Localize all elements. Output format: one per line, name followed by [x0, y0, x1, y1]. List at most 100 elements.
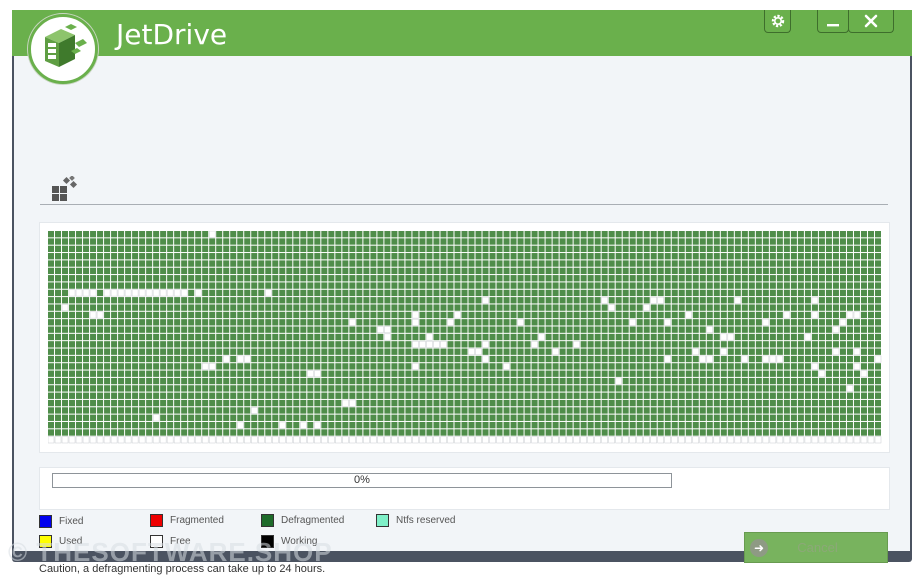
- cluster-defragmented: [762, 267, 769, 275]
- cluster-defragmented: [685, 267, 692, 275]
- cluster-defragmented: [860, 326, 867, 333]
- cluster-defragmented: [174, 267, 181, 275]
- settings-button[interactable]: [764, 10, 791, 33]
- cluster-defragmented: [363, 414, 370, 421]
- cluster-defragmented: [454, 399, 461, 407]
- cluster-defragmented: [195, 385, 202, 392]
- cluster-defragmented: [125, 297, 132, 304]
- cluster-defragmented: [580, 304, 587, 311]
- cluster-defragmented: [496, 348, 503, 355]
- cluster-defragmented: [48, 311, 55, 319]
- cluster-defragmented: [573, 385, 580, 392]
- cluster-defragmented: [461, 319, 468, 326]
- cluster-defragmented: [601, 289, 608, 297]
- cluster-free: [699, 355, 707, 363]
- cluster-defragmented: [146, 275, 153, 282]
- cluster-defragmented: [370, 260, 377, 267]
- cluster-defragmented: [685, 260, 692, 267]
- cluster-defragmented: [685, 348, 692, 355]
- cluster-defragmented: [692, 297, 699, 304]
- cluster-defragmented: [776, 304, 783, 311]
- cluster-defragmented: [643, 429, 650, 436]
- cluster-defragmented: [825, 319, 832, 326]
- close-button[interactable]: [848, 10, 894, 33]
- cluster-defragmented: [146, 319, 153, 326]
- cluster-defragmented: [48, 326, 55, 333]
- cluster-defragmented: [237, 326, 244, 333]
- cluster-defragmented: [783, 326, 790, 333]
- cluster-defragmented: [699, 370, 706, 377]
- cluster-defragmented: [867, 311, 874, 319]
- cluster-defragmented: [125, 370, 132, 377]
- cluster-free: [636, 436, 643, 444]
- cluster-defragmented: [454, 370, 461, 377]
- cluster-defragmented: [321, 348, 328, 355]
- cluster-defragmented: [608, 231, 615, 238]
- cluster-defragmented: [398, 253, 405, 260]
- cluster-defragmented: [55, 392, 62, 399]
- cluster-defragmented: [384, 399, 391, 407]
- cluster-defragmented: [608, 289, 615, 297]
- cluster-defragmented: [293, 253, 300, 260]
- cluster-defragmented: [300, 392, 307, 399]
- cluster-defragmented: [286, 333, 293, 341]
- cluster-defragmented: [363, 392, 370, 399]
- cluster-defragmented: [713, 385, 720, 392]
- cluster-defragmented: [62, 238, 69, 245]
- cluster-defragmented: [202, 238, 209, 245]
- cluster-defragmented: [181, 429, 188, 436]
- cluster-defragmented: [328, 267, 335, 275]
- cluster-free: [664, 318, 671, 326]
- cluster-defragmented: [104, 282, 111, 289]
- cluster-defragmented: [174, 231, 181, 238]
- cancel-button[interactable]: ➜ Cancel: [744, 532, 888, 563]
- cluster-defragmented: [678, 429, 685, 436]
- title-bar[interactable]: JetDrive: [12, 10, 912, 56]
- cluster-defragmented: [244, 297, 251, 304]
- cluster-defragmented: [279, 253, 286, 260]
- cluster-free: [412, 436, 419, 444]
- cluster-defragmented: [776, 370, 783, 377]
- cluster-defragmented: [419, 231, 426, 238]
- cluster-defragmented: [860, 385, 867, 392]
- cluster-defragmented: [566, 238, 573, 245]
- cluster-defragmented: [405, 370, 412, 377]
- cluster-defragmented: [587, 355, 594, 363]
- cluster-defragmented: [587, 341, 594, 348]
- cluster-defragmented: [160, 275, 167, 282]
- cluster-defragmented: [328, 414, 335, 421]
- cluster-defragmented: [734, 245, 741, 253]
- cluster-defragmented: [664, 275, 671, 282]
- cluster-defragmented: [216, 370, 223, 377]
- cluster-defragmented: [720, 260, 727, 267]
- minimize-button[interactable]: [817, 10, 849, 33]
- cluster-defragmented: [111, 385, 118, 392]
- cluster-defragmented: [678, 319, 685, 326]
- cluster-free: [349, 399, 356, 407]
- cluster-defragmented: [790, 392, 797, 399]
- legend-label: Defragmented: [281, 514, 345, 526]
- defrag-blocks-icon[interactable]: [52, 175, 78, 202]
- cluster-defragmented: [664, 238, 671, 245]
- cluster-defragmented: [223, 326, 230, 333]
- cluster-defragmented: [153, 370, 160, 377]
- cluster-defragmented: [447, 231, 454, 238]
- cluster-defragmented: [412, 348, 419, 355]
- cluster-defragmented: [174, 341, 181, 348]
- cluster-defragmented: [545, 319, 552, 326]
- cluster-defragmented: [223, 421, 230, 429]
- cluster-defragmented: [713, 275, 720, 282]
- cluster-defragmented: [272, 267, 279, 275]
- cluster-defragmented: [657, 421, 664, 429]
- cluster-defragmented: [818, 304, 825, 311]
- cluster-defragmented: [237, 370, 244, 377]
- cluster-defragmented: [566, 421, 573, 429]
- cluster-free: [769, 436, 777, 444]
- cluster-defragmented: [475, 297, 482, 304]
- cluster-defragmented: [804, 429, 811, 436]
- cluster-defragmented: [608, 238, 615, 245]
- cluster-defragmented: [251, 275, 258, 282]
- cluster-free: [699, 436, 707, 444]
- cluster-defragmented: [356, 341, 363, 348]
- cluster-defragmented: [832, 311, 839, 319]
